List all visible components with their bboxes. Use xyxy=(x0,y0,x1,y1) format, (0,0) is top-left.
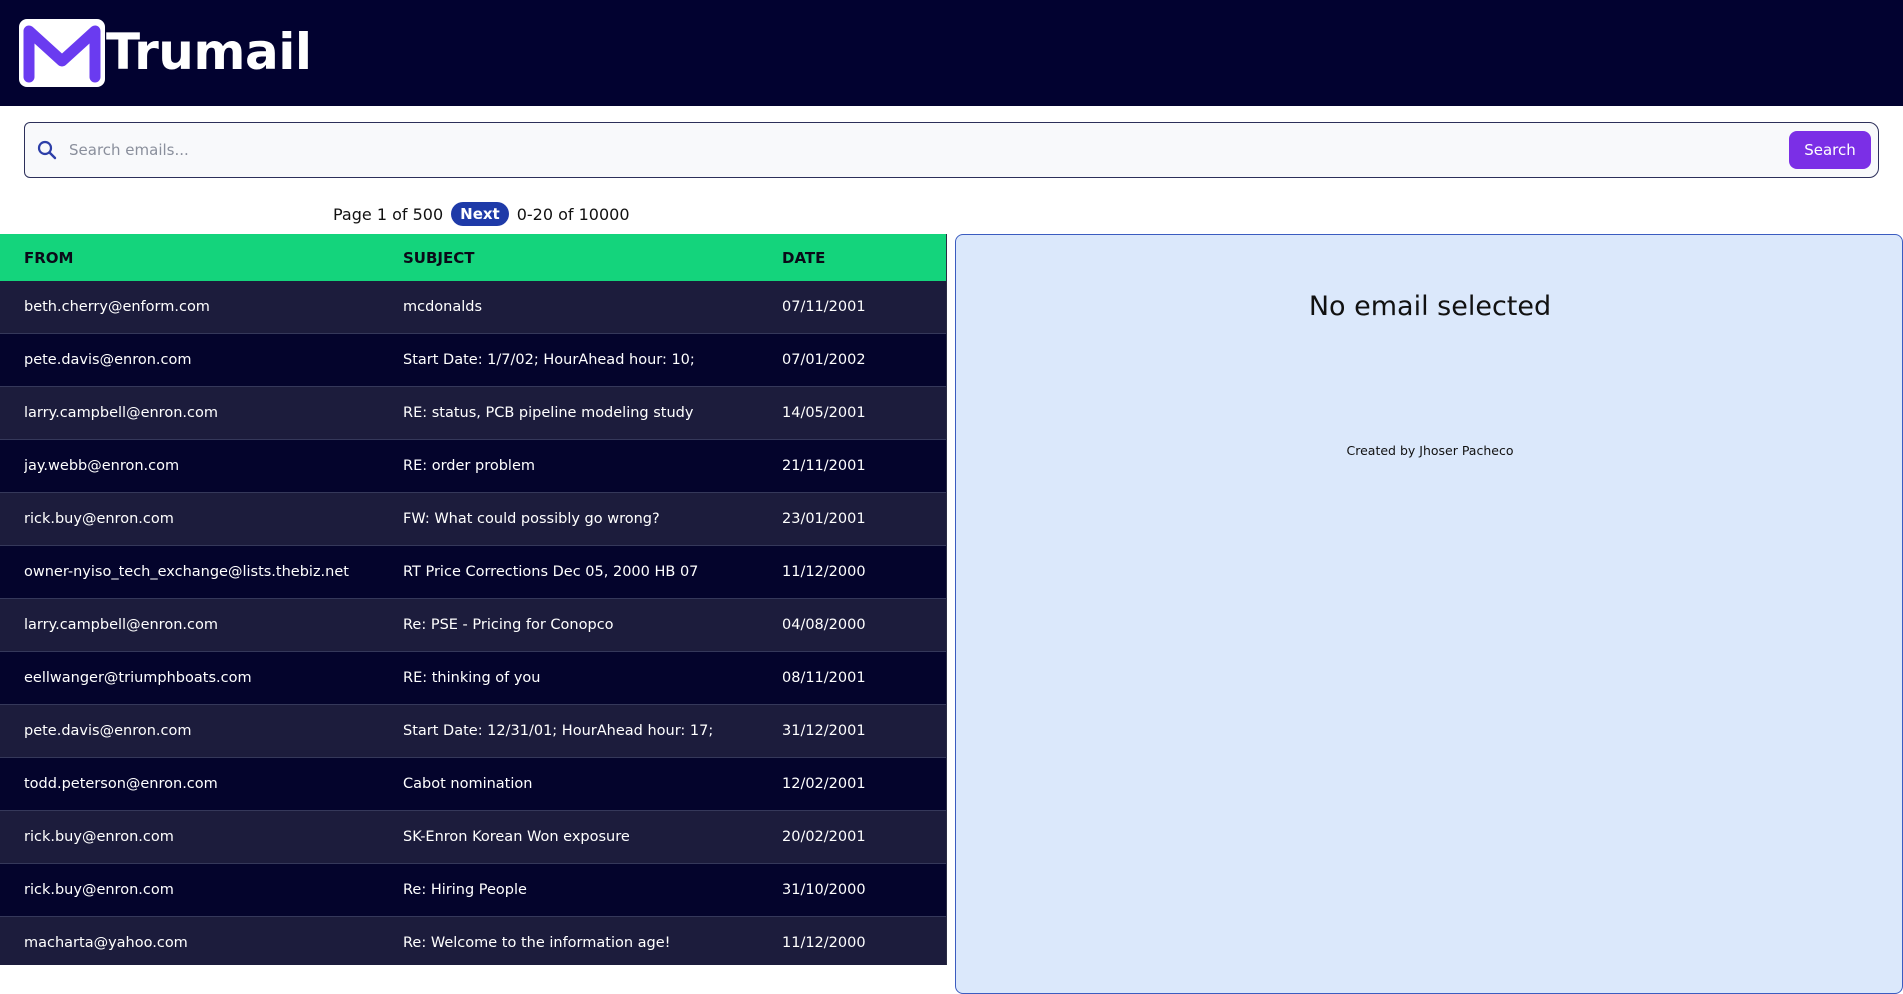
email-from: owner-nyiso_tech_exchange@lists.thebiz.n… xyxy=(24,564,349,580)
table-row[interactable]: larry.campbell@enron.com Re: PSE - Prici… xyxy=(0,599,946,652)
email-from: macharta@yahoo.com xyxy=(24,935,188,951)
email-subject: SK-Enron Korean Won exposure xyxy=(403,829,630,845)
email-from: rick.buy@enron.com xyxy=(24,882,174,898)
table-row[interactable]: macharta@yahoo.com Re: Welcome to the in… xyxy=(0,917,946,965)
email-subject: Re: Hiring People xyxy=(403,882,527,898)
pagination: Page 1 of 500 Next 0-20 of 10000 xyxy=(333,202,630,226)
author-credit: Created by Jhoser Pacheco xyxy=(1346,443,1514,458)
email-date: 14/05/2001 xyxy=(782,405,866,421)
app-name: Trumail xyxy=(106,23,312,81)
email-table: FROM SUBJECT DATE beth.cherry@enform.com… xyxy=(0,234,947,965)
table-row[interactable]: pete.davis@enron.com Start Date: 12/31/0… xyxy=(0,705,946,758)
email-subject: RE: status, PCB pipeline modeling study xyxy=(403,405,694,421)
email-subject: Re: PSE - Pricing for Conopco xyxy=(403,617,614,633)
email-subject: Cabot nomination xyxy=(403,776,533,792)
email-date: 20/02/2001 xyxy=(782,829,866,845)
email-from: rick.buy@enron.com xyxy=(24,829,174,845)
table-row[interactable]: rick.buy@enron.com Re: Hiring People 31/… xyxy=(0,864,946,917)
email-from: eellwanger@triumphboats.com xyxy=(24,670,252,686)
search-bar: Search xyxy=(24,122,1879,178)
result-range: 0-20 of 10000 xyxy=(516,204,630,224)
column-header-subject[interactable]: SUBJECT xyxy=(403,249,782,267)
email-date: 23/01/2001 xyxy=(782,511,866,527)
email-from: pete.davis@enron.com xyxy=(24,352,192,368)
email-date: 08/11/2001 xyxy=(782,670,866,686)
app-header: Trumail xyxy=(0,0,1903,106)
table-row[interactable]: rick.buy@enron.com FW: What could possib… xyxy=(0,493,946,546)
table-row[interactable]: todd.peterson@enron.com Cabot nomination… xyxy=(0,758,946,811)
table-row[interactable]: beth.cherry@enform.com mcdonalds 07/11/2… xyxy=(0,281,946,334)
email-subject: mcdonalds xyxy=(403,299,483,315)
email-subject: FW: What could possibly go wrong? xyxy=(403,511,660,527)
email-date: 07/01/2002 xyxy=(782,352,866,368)
email-from: jay.webb@enron.com xyxy=(24,458,180,474)
email-date: 11/12/2000 xyxy=(782,935,866,951)
search-icon xyxy=(37,140,57,160)
email-date: 12/02/2001 xyxy=(782,776,866,792)
email-subject: RE: thinking of you xyxy=(403,670,541,686)
email-subject: Start Date: 12/31/01; HourAhead hour: 17… xyxy=(403,723,714,739)
table-row[interactable]: eellwanger@triumphboats.com RE: thinking… xyxy=(0,652,946,705)
email-from: beth.cherry@enform.com xyxy=(24,299,210,315)
empty-state-message: No email selected xyxy=(1308,291,1552,322)
email-from: larry.campbell@enron.com xyxy=(24,617,218,633)
email-date: 31/10/2000 xyxy=(782,882,866,898)
email-date: 07/11/2001 xyxy=(782,299,866,315)
table-row[interactable]: rick.buy@enron.com SK-Enron Korean Won e… xyxy=(0,811,946,864)
next-page-button[interactable]: Next xyxy=(451,202,509,226)
table-row[interactable]: jay.webb@enron.com RE: order problem 21/… xyxy=(0,440,946,493)
email-subject: Start Date: 1/7/02; HourAhead hour: 10; xyxy=(403,352,695,368)
logo-icon xyxy=(19,19,105,87)
page-indicator: Page 1 of 500 xyxy=(333,204,444,224)
table-row[interactable]: owner-nyiso_tech_exchange@lists.thebiz.n… xyxy=(0,546,946,599)
email-from: rick.buy@enron.com xyxy=(24,511,174,527)
email-date: 21/11/2001 xyxy=(782,458,866,474)
email-from: todd.peterson@enron.com xyxy=(24,776,218,792)
column-header-date[interactable]: DATE xyxy=(782,249,932,267)
email-date: 04/08/2000 xyxy=(782,617,866,633)
email-subject: RT Price Corrections Dec 05, 2000 HB 07 xyxy=(403,564,699,580)
email-subject: Re: Welcome to the information age! xyxy=(403,935,671,951)
table-header: FROM SUBJECT DATE xyxy=(0,234,946,281)
email-from: pete.davis@enron.com xyxy=(24,723,192,739)
search-button[interactable]: Search xyxy=(1789,131,1871,169)
email-preview-panel: No email selected Created by Jhoser Pach… xyxy=(955,234,1903,994)
table-row[interactable]: pete.davis@enron.com Start Date: 1/7/02;… xyxy=(0,334,946,387)
search-input[interactable] xyxy=(65,132,1805,168)
column-header-from[interactable]: FROM xyxy=(24,249,403,267)
email-date: 31/12/2001 xyxy=(782,723,866,739)
email-date: 11/12/2000 xyxy=(782,564,866,580)
table-row[interactable]: larry.campbell@enron.com RE: status, PCB… xyxy=(0,387,946,440)
email-from: larry.campbell@enron.com xyxy=(24,405,218,421)
email-subject: RE: order problem xyxy=(403,458,536,474)
